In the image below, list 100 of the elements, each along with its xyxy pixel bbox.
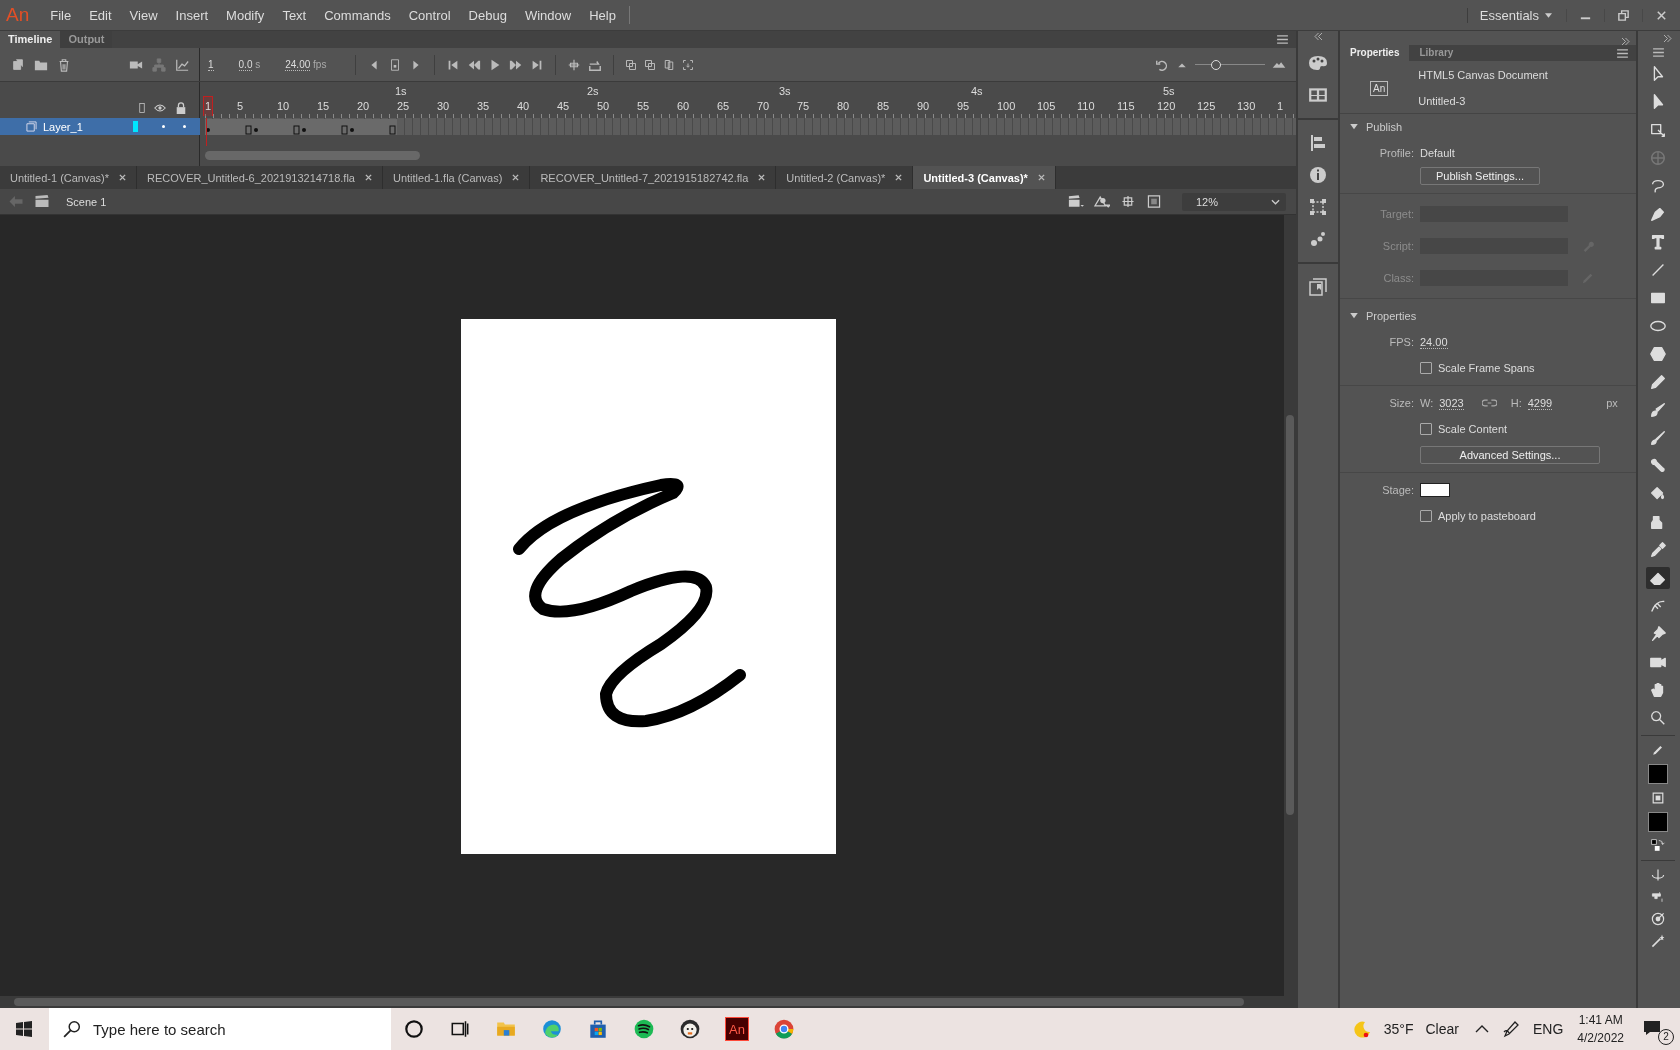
stage-canvas[interactable] [460, 319, 836, 854]
stage-color-swatch[interactable] [1420, 483, 1450, 497]
menu-item[interactable]: Help [580, 7, 625, 23]
section-title[interactable]: Publish [1366, 121, 1403, 133]
brush-stroke[interactable] [512, 478, 746, 728]
center-frame-icon[interactable] [567, 57, 582, 72]
task-view-icon[interactable] [449, 1018, 471, 1040]
panel-menu-icon[interactable] [1652, 48, 1664, 57]
weather-condition[interactable]: Clear [1425, 1021, 1459, 1037]
menu-item[interactable]: File [41, 7, 81, 23]
browser-icon[interactable] [541, 1018, 563, 1040]
onion-skin-outline-icon[interactable] [644, 58, 657, 71]
panel-tab[interactable]: Timeline [0, 31, 61, 48]
slider-thumb[interactable] [1211, 59, 1221, 70]
panel-menu-icon[interactable] [1617, 49, 1628, 58]
panel-tab[interactable]: Properties [1340, 45, 1410, 61]
panel-tab[interactable]: Library [1409, 45, 1464, 61]
menu-item[interactable]: Debug [459, 7, 516, 23]
palette-icon[interactable] [1308, 54, 1328, 72]
chevron-up-icon[interactable] [1474, 1024, 1489, 1034]
panel-menu-icon[interactable] [1277, 35, 1288, 44]
clip-icon[interactable] [1146, 195, 1162, 208]
cortana-icon[interactable] [403, 1018, 425, 1040]
dots-icon[interactable] [1308, 230, 1328, 248]
fps-value[interactable]: 24.00 [285, 59, 311, 71]
windows-start-icon[interactable] [16, 1021, 32, 1037]
advanced-settings-button[interactable]: Advanced Settings... [1420, 446, 1600, 464]
expand-icon[interactable] [1663, 35, 1672, 42]
menu-item[interactable]: Text [273, 7, 316, 23]
menu-item[interactable]: Edit [80, 7, 121, 23]
menu-item[interactable]: View [120, 7, 167, 23]
store-icon[interactable] [587, 1018, 609, 1040]
visibility-dot[interactable] [162, 125, 165, 128]
chrome-icon[interactable] [773, 1018, 795, 1040]
shapes-icon[interactable] [1094, 195, 1110, 208]
clock-time[interactable]: 1:41 AM [1578, 1013, 1623, 1027]
magic-wand-icon[interactable] [1650, 933, 1666, 949]
expand-triangle-icon[interactable] [1350, 124, 1358, 130]
close-icon[interactable] [512, 174, 520, 181]
layer-row[interactable]: Layer_1 [0, 118, 200, 135]
checkbox-box[interactable] [1420, 510, 1432, 522]
collapse-icon[interactable] [1313, 33, 1323, 40]
checkbox[interactable]: Scale Frame Spans [1420, 362, 1535, 374]
scrollbar-thumb[interactable] [1286, 415, 1294, 815]
lock-icon[interactable] [175, 102, 187, 114]
search-field[interactable]: Type here to search [93, 1008, 391, 1050]
menu-item[interactable]: Modify [217, 7, 274, 23]
close-icon[interactable] [1037, 174, 1045, 181]
marker-range-icon[interactable] [682, 58, 695, 71]
current-frame[interactable]: 1 [208, 58, 214, 71]
target-icon[interactable] [1650, 911, 1666, 927]
close-icon[interactable] [364, 174, 372, 181]
layer-color-swatch[interactable] [133, 121, 138, 132]
lock-dot[interactable] [183, 125, 186, 128]
swatches-icon[interactable] [1308, 86, 1328, 104]
expand-icon[interactable] [1621, 38, 1630, 45]
menu-item[interactable]: Control [399, 7, 460, 23]
checkbox-box[interactable] [1420, 423, 1432, 435]
transform-icon[interactable] [1308, 198, 1328, 216]
zoom-dropdown[interactable]: 12% [1182, 192, 1286, 211]
checkbox[interactable]: Scale Content [1420, 423, 1508, 435]
trash-icon[interactable] [57, 57, 71, 72]
eraser-icon[interactable] [1646, 567, 1670, 589]
scene-name[interactable]: Scene 1 [66, 195, 107, 208]
swap-colors-icon[interactable] [1650, 838, 1666, 854]
scrollbar-thumb[interactable] [205, 151, 420, 160]
weather-moon-icon[interactable] [1351, 1019, 1372, 1039]
clock-date[interactable]: 4/2/2022 [1577, 1031, 1624, 1045]
graph-icon[interactable] [175, 57, 189, 72]
snap-icon[interactable] [1120, 195, 1136, 208]
section-title[interactable]: Properties [1366, 310, 1417, 322]
stroke-color-swatch[interactable] [1648, 764, 1668, 784]
animal-app-icon[interactable] [679, 1018, 701, 1040]
library-icon[interactable] [1308, 278, 1328, 296]
music-app-icon[interactable] [633, 1018, 655, 1040]
language-indicator[interactable]: ENG [1532, 1021, 1564, 1037]
close-icon[interactable] [758, 174, 766, 181]
align-icon[interactable] [1308, 134, 1328, 152]
fps-value[interactable]: 24.00 [1420, 335, 1448, 349]
fill-color-swatch[interactable] [1648, 812, 1668, 832]
edit-frames-icon[interactable] [663, 58, 676, 71]
fill-icon[interactable] [1650, 790, 1666, 806]
width-value[interactable]: 3023 [1439, 396, 1464, 410]
expand-triangle-icon[interactable] [1350, 313, 1358, 319]
checkbox-box[interactable] [1420, 362, 1432, 374]
outline-icon[interactable] [139, 102, 145, 114]
temperature[interactable]: 35°F [1383, 1021, 1414, 1037]
link-icon[interactable] [1481, 397, 1497, 409]
eye-icon[interactable] [154, 102, 166, 114]
close-icon[interactable] [119, 174, 127, 181]
new-layer-icon[interactable] [11, 57, 25, 72]
menu-item[interactable]: Insert [166, 7, 218, 23]
clapperboard-icon[interactable] [1068, 195, 1084, 208]
menu-item[interactable]: Commands [315, 7, 400, 23]
onion-skin-icon[interactable] [625, 58, 638, 71]
workspace-dropdown[interactable]: Essentials [1466, 7, 1566, 23]
faucet-icon[interactable] [1650, 889, 1666, 905]
height-value[interactable]: 4299 [1527, 396, 1553, 410]
menu-item[interactable]: Window [515, 7, 581, 23]
publish-settings-button[interactable]: Publish Settings... [1420, 167, 1540, 185]
